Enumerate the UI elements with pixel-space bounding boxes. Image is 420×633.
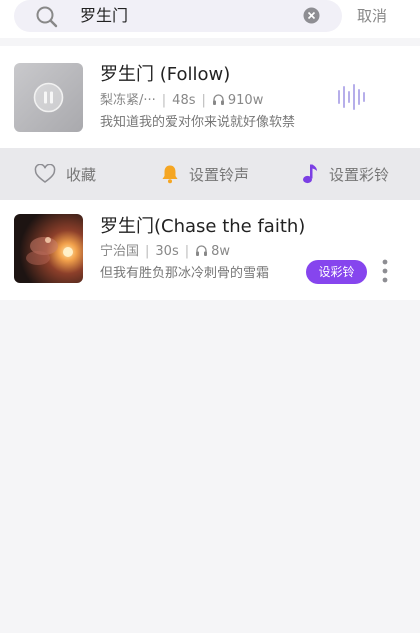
more-vertical-icon[interactable] (379, 258, 391, 284)
headphones-icon (196, 245, 208, 256)
bell-icon (162, 165, 178, 184)
play-count: 910w (227, 93, 264, 108)
search-icon (36, 6, 58, 28)
lyric-snippet: 但我有胜负那冰冷刺骨的雪霜 (100, 266, 270, 281)
search-bar: 罗生门 取消 (0, 0, 420, 38)
play-count: 8w (211, 244, 231, 259)
set-color-ring-label: 设置彩铃 (329, 165, 390, 184)
result-item[interactable]: 罗生门 (Follow) 梨冻紧/··· | 48s | 910w 我知道我的爱对你来说… (0, 46, 420, 148)
artist-name: 梨冻紧/··· (100, 93, 156, 108)
result-item[interactable]: 罗生门(Chase the faith) 宁治国 | 30s | 8w 但我有胜负那冰冷… (0, 200, 420, 300)
sound-wave-icon (338, 84, 365, 110)
set-color-ring-button[interactable]: 设彩铃 (306, 260, 367, 284)
favorite-button[interactable]: 收藏 (34, 148, 96, 200)
song-title: 罗生门 (Follow) (100, 64, 231, 85)
cover-image (14, 214, 83, 283)
album-cover[interactable] (14, 63, 83, 132)
duration: 48s (172, 93, 196, 108)
lyric-snippet: 我知道我的爱对你来说就好像软禁 (100, 115, 296, 130)
song-title: 罗生门(Chase the faith) (100, 216, 306, 237)
set-color-ring-button[interactable]: 设置彩铃 (301, 148, 389, 200)
cancel-button[interactable]: 取消 (357, 6, 387, 26)
search-input[interactable]: 罗生门 (80, 6, 128, 26)
favorite-label: 收藏 (66, 165, 97, 184)
album-cover[interactable] (14, 214, 83, 283)
set-ringtone-label: 设置铃声 (189, 165, 250, 184)
music-note-icon (303, 164, 317, 184)
clear-icon[interactable] (303, 7, 320, 24)
duration: 30s (155, 244, 179, 259)
search-field[interactable] (14, 0, 342, 32)
heart-icon (34, 164, 56, 183)
action-bar: 收藏 设置铃声 设置彩铃 (0, 148, 420, 200)
artist-name: 宁治国 (100, 244, 140, 259)
pause-icon[interactable] (33, 82, 64, 113)
song-meta: 梨冻紧/··· | 48s | 910w (100, 93, 264, 108)
headphones-icon (212, 94, 224, 105)
set-ringtone-button[interactable]: 设置铃声 (161, 148, 249, 200)
song-meta: 宁治国 | 30s | 8w (100, 244, 231, 259)
